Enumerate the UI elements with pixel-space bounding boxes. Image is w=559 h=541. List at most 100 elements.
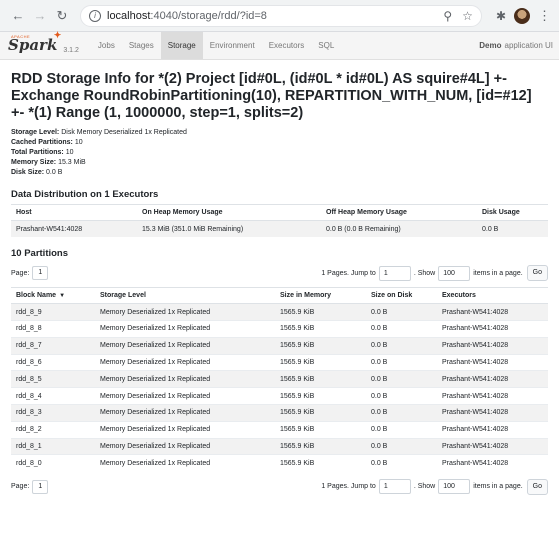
sort-desc-icon: ▼ bbox=[59, 293, 66, 300]
summary-storage-level: Storage Level: Disk Memory Deserialized … bbox=[11, 129, 187, 136]
size-on-disk-cell: 0.0 B bbox=[366, 437, 437, 455]
page-size-input[interactable]: 100 bbox=[438, 265, 471, 281]
col-host[interactable]: Host bbox=[11, 204, 137, 221]
size-in-memory-cell: 1565.9 KiB bbox=[275, 404, 366, 422]
table-row: rdd_8_2 Memory Deserialized 1x Replicated… bbox=[11, 420, 548, 439]
block-name-cell: rdd_8_2 bbox=[11, 420, 95, 439]
executor-cell: Prashant-W541:4028 bbox=[437, 404, 548, 422]
size-on-disk-cell: 0.0 B bbox=[366, 303, 437, 321]
jump-to-input[interactable]: 1 bbox=[378, 265, 411, 281]
size-on-disk-cell: 0.0 B bbox=[366, 336, 437, 355]
summary-disk-size: Disk Size: 0.0 B bbox=[11, 169, 63, 176]
page-link[interactable]: 1 bbox=[32, 479, 49, 494]
tab-jobs[interactable]: Jobs bbox=[91, 32, 122, 59]
size-on-disk-cell: 0.0 B bbox=[366, 420, 437, 439]
back-icon[interactable]: ← bbox=[8, 6, 28, 26]
block-name-cell: rdd_8_4 bbox=[11, 387, 95, 405]
page-size-input[interactable]: 100 bbox=[438, 479, 471, 495]
size-on-disk-cell: 0.0 B bbox=[366, 320, 437, 338]
summary-memory-size: Memory Size: 15.3 MiB bbox=[11, 159, 86, 166]
tab-executors[interactable]: Executors bbox=[262, 32, 312, 59]
col-block-name[interactable]: Block Name ▼ bbox=[11, 287, 95, 305]
block-name-cell: rdd_8_7 bbox=[11, 336, 95, 355]
executor-cell: Prashant-W541:4028 bbox=[437, 454, 548, 472]
col-storage-level[interactable]: Storage Level bbox=[95, 287, 275, 305]
forward-icon[interactable]: → bbox=[30, 6, 50, 26]
spark-star-icon: ✦ bbox=[53, 31, 62, 41]
distribution-heading: Data Distribution on 1 Executors bbox=[11, 189, 159, 200]
executor-cell: Prashant-W541:4028 bbox=[437, 336, 548, 355]
main-content: RDD Storage Info for *(2) Project [id#0L… bbox=[0, 71, 559, 495]
table-row: rdd_8_6 Memory Deserialized 1x Replicated… bbox=[11, 353, 548, 371]
browser-menu-icon[interactable]: ⋮ bbox=[538, 8, 551, 24]
size-in-memory-cell: 1565.9 KiB bbox=[275, 353, 366, 371]
storage-level-cell: Memory Deserialized 1x Replicated bbox=[95, 370, 275, 388]
zoom-icon[interactable]: ⚲ bbox=[443, 9, 452, 23]
spark-navbar: APACHE Spark ✦ 3.1.2 Jobs Stages Storage … bbox=[0, 31, 559, 60]
col-off-heap[interactable]: Off Heap Memory Usage bbox=[321, 204, 477, 221]
block-name-cell: rdd_8_0 bbox=[11, 454, 95, 472]
partitions-body: rdd_8_9 Memory Deserialized 1x Replicated… bbox=[11, 303, 548, 472]
tab-storage[interactable]: Storage bbox=[160, 32, 203, 59]
executor-cell: Prashant-W541:4028 bbox=[437, 303, 548, 321]
executor-cell: Prashant-W541:4028 bbox=[437, 353, 548, 371]
storage-level-cell: Memory Deserialized 1x Replicated bbox=[95, 420, 275, 439]
info-icon[interactable]: i bbox=[89, 9, 101, 22]
jump-to-input[interactable]: 1 bbox=[378, 479, 411, 495]
app-name-rest: application UI bbox=[504, 41, 553, 50]
url-path: :4040/storage/rdd/?id=8 bbox=[150, 9, 267, 22]
size-on-disk-cell: 0.0 B bbox=[366, 370, 437, 388]
col-size-on-disk[interactable]: Size on Disk bbox=[366, 287, 437, 305]
browser-toolbar: ← → ↻ i localhost:4040/storage/rdd/?id=8… bbox=[0, 0, 559, 32]
table-row: rdd_8_4 Memory Deserialized 1x Replicated… bbox=[11, 387, 548, 405]
size-in-memory-cell: 1565.9 KiB bbox=[275, 320, 366, 338]
table-row: Prashant-W541:4028 15.3 MiB (351.0 MiB R… bbox=[11, 220, 548, 238]
go-button[interactable]: Go bbox=[526, 265, 548, 282]
storage-level-cell: Memory Deserialized 1x Replicated bbox=[95, 303, 275, 321]
bookmark-star-icon[interactable]: ☆ bbox=[462, 9, 473, 23]
storage-level-cell: Memory Deserialized 1x Replicated bbox=[95, 336, 275, 355]
size-in-memory-cell: 1565.9 KiB bbox=[275, 420, 366, 439]
table-row: rdd_8_9 Memory Deserialized 1x Replicated… bbox=[11, 303, 548, 321]
storage-level-cell: Memory Deserialized 1x Replicated bbox=[95, 353, 275, 371]
table-row: rdd_8_1 Memory Deserialized 1x Replicated… bbox=[11, 437, 548, 455]
col-disk-usage[interactable]: Disk Usage bbox=[477, 204, 548, 221]
executor-cell: Prashant-W541:4028 bbox=[437, 387, 548, 405]
app-name: Demo application UI bbox=[479, 32, 559, 59]
address-bar[interactable]: i localhost:4040/storage/rdd/?id=8 ⚲ ☆ bbox=[80, 4, 482, 27]
table-row: rdd_8_7 Memory Deserialized 1x Replicated… bbox=[11, 336, 548, 355]
pager-top: Page: 1 1 Pages. Jump to 1 . Show 100 it… bbox=[11, 265, 548, 282]
size-on-disk-cell: 0.0 B bbox=[366, 454, 437, 472]
table-row: rdd_8_5 Memory Deserialized 1x Replicated… bbox=[11, 370, 548, 388]
tab-environment[interactable]: Environment bbox=[203, 32, 262, 59]
url-host: localhost bbox=[107, 9, 151, 22]
col-size-in-memory[interactable]: Size in Memory bbox=[275, 287, 366, 305]
col-executors[interactable]: Executors bbox=[437, 287, 548, 305]
block-name-cell: rdd_8_1 bbox=[11, 437, 95, 455]
size-in-memory-cell: 1565.9 KiB bbox=[275, 370, 366, 388]
page-title: RDD Storage Info for *(2) Project [id#0L… bbox=[11, 71, 532, 121]
col-on-heap[interactable]: On Heap Memory Usage bbox=[137, 204, 321, 221]
tab-sql[interactable]: SQL bbox=[311, 32, 341, 59]
block-name-cell: rdd_8_3 bbox=[11, 404, 95, 422]
app-name-bold: Demo bbox=[479, 41, 502, 50]
tab-stages[interactable]: Stages bbox=[122, 32, 161, 59]
storage-level-cell: Memory Deserialized 1x Replicated bbox=[95, 437, 275, 455]
page-link[interactable]: 1 bbox=[32, 266, 49, 281]
distribution-table: Host On Heap Memory Usage Off Heap Memor… bbox=[11, 204, 548, 238]
extensions-puzzle-icon[interactable]: ✱ bbox=[496, 9, 506, 23]
storage-level-cell: Memory Deserialized 1x Replicated bbox=[95, 320, 275, 338]
reload-icon[interactable]: ↻ bbox=[52, 6, 72, 26]
spark-logo[interactable]: APACHE Spark ✦ 3.1.2 bbox=[8, 31, 79, 59]
spark-version: 3.1.2 bbox=[63, 47, 79, 54]
block-name-cell: rdd_8_9 bbox=[11, 303, 95, 321]
size-on-disk-cell: 0.0 B bbox=[366, 404, 437, 422]
executor-cell: Prashant-W541:4028 bbox=[437, 437, 548, 455]
go-button[interactable]: Go bbox=[526, 478, 548, 495]
size-in-memory-cell: 1565.9 KiB bbox=[275, 336, 366, 355]
profile-avatar[interactable] bbox=[514, 7, 530, 24]
size-on-disk-cell: 0.0 B bbox=[366, 387, 437, 405]
size-on-disk-cell: 0.0 B bbox=[366, 353, 437, 371]
table-row: rdd_8_0 Memory Deserialized 1x Replicated… bbox=[11, 454, 548, 472]
block-name-cell: rdd_8_6 bbox=[11, 353, 95, 371]
